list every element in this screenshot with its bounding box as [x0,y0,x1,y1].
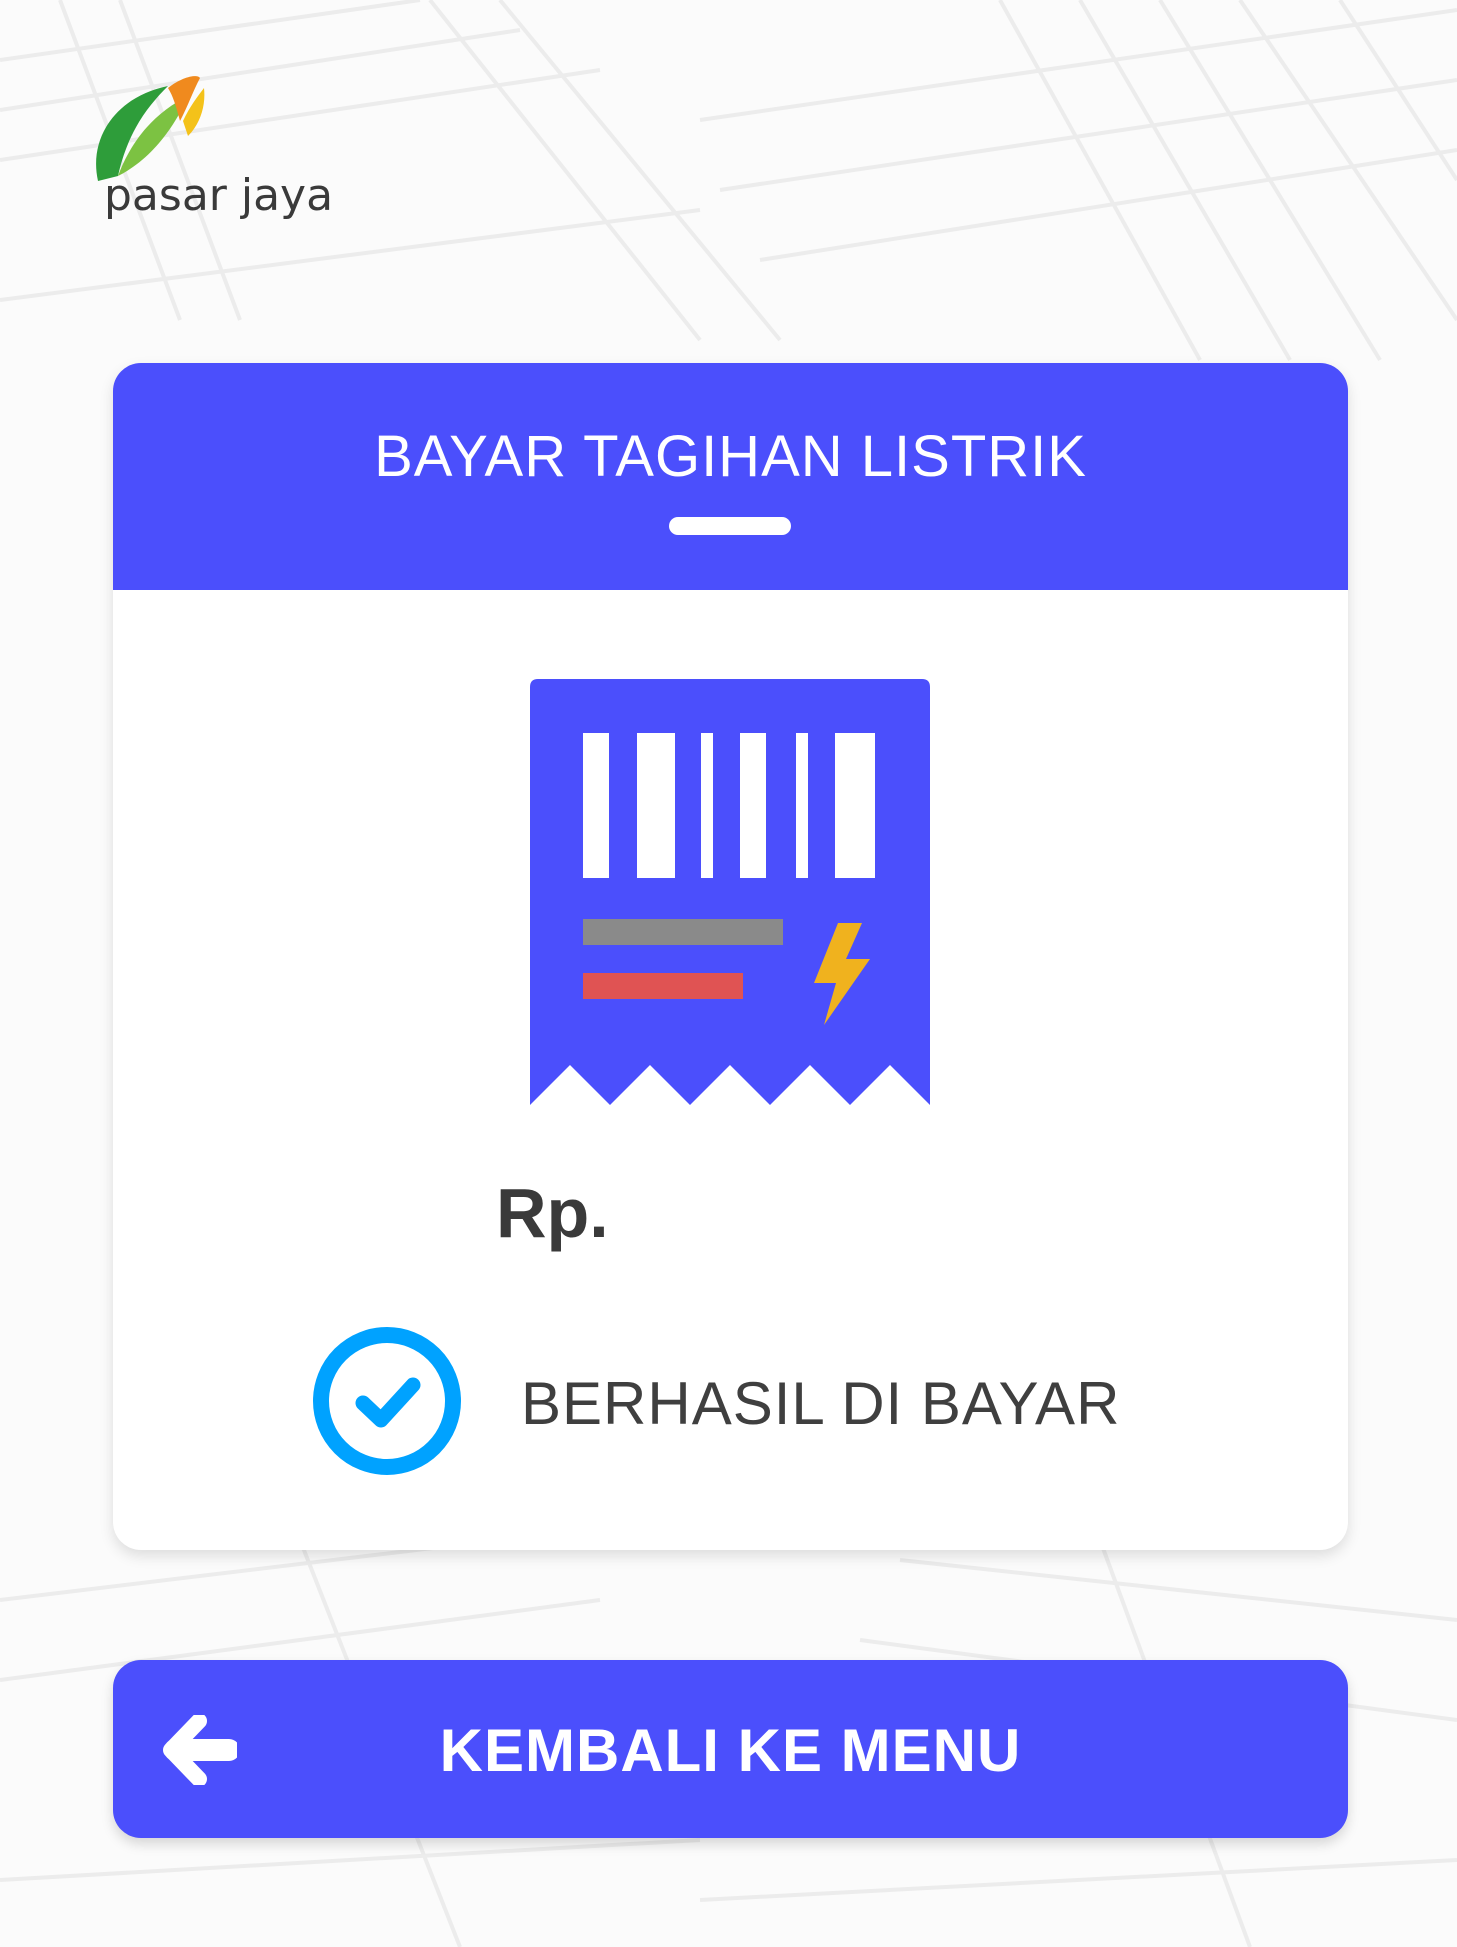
card-header: BAYAR TAGIHAN LISTRIK [113,363,1348,590]
logo-text: pasar jaya [104,170,334,221]
title-underline [669,517,791,535]
page-title: BAYAR TAGIHAN LISTRIK [374,424,1087,489]
pasar-jaya-logo: pasar jaya [88,76,338,236]
payment-result-card: BAYAR TAGIHAN LISTRIK Rp. BERHASIL DI BA… [113,363,1348,1550]
back-to-menu-button[interactable]: KEMBALI KE MENU [113,1660,1348,1838]
check-circle-icon [313,1327,461,1475]
back-to-menu-label: KEMBALI KE MENU [439,1717,1022,1784]
status-row: BERHASIL DI BAYAR [311,1325,1211,1477]
status-text: BERHASIL DI BAYAR [521,1370,1121,1437]
amount-label: Rp. [496,1174,609,1252]
electricity-receipt-icon [530,679,930,1105]
